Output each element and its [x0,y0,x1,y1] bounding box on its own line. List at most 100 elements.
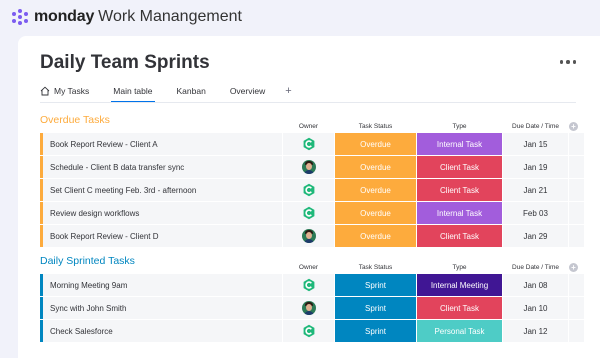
group-title[interactable]: Daily Sprinted Tasks [40,255,135,267]
type-label[interactable]: Client Task [417,297,502,319]
task-name[interactable]: Set Client C meeting Feb. 3rd - afternoo… [40,179,282,201]
due-date[interactable]: Jan 21 [503,179,568,201]
column-header-owner[interactable]: Owner [283,123,334,130]
table-row[interactable]: Review design workflows Overdue Internal T… [40,202,584,224]
due-date[interactable]: Jan 29 [503,225,568,247]
status-label[interactable]: Overdue [335,179,416,201]
add-column-icon[interactable]: + [569,263,578,272]
type-label[interactable]: Client Task [417,179,502,201]
group-title[interactable]: Overdue Tasks [40,114,110,126]
status-label[interactable]: Overdue [335,202,416,224]
row-end-cell [569,156,584,178]
owner-logo-icon[interactable] [302,324,316,338]
home-icon [40,86,50,96]
table-row[interactable]: Sync with John Smith Sprint Client Task Jan… [40,297,584,319]
status-label[interactable]: Overdue [335,156,416,178]
due-date[interactable]: Jan 10 [503,297,568,319]
task-name[interactable]: Sync with John Smith [40,297,282,319]
column-header-type[interactable]: Type [417,123,502,130]
task-name[interactable]: Check Salesforce [40,320,282,342]
column-header-owner[interactable]: Owner [283,264,334,271]
top-bar: monday Work Manangement [0,0,600,34]
brand-subtitle: Work Manangement [98,8,242,25]
board-card: Daily Team Sprints My Tasks Main table K… [18,36,600,358]
row-end-cell [569,274,584,296]
add-view-button[interactable]: + [285,85,291,97]
column-header-due-date[interactable]: Due Date / Time [503,264,568,271]
page-title: Daily Team Sprints [40,52,210,73]
type-label[interactable]: Internal Meeting [417,274,502,296]
task-name[interactable]: Schedule - Client B data transfer sync [40,156,282,178]
column-header-due-date[interactable]: Due Date / Time [503,123,568,130]
tab-kanban[interactable]: Kanban [177,80,206,102]
row-end-cell [569,179,584,201]
owner-cell[interactable] [283,156,334,178]
column-header-type[interactable]: Type [417,264,502,271]
task-name[interactable]: Review design workflows [40,202,282,224]
status-label[interactable]: Sprint [335,297,416,319]
due-date[interactable]: Jan 19 [503,156,568,178]
owner-logo-icon[interactable] [302,206,316,220]
due-date[interactable]: Jan 15 [503,133,568,155]
owner-cell[interactable] [283,274,334,296]
avatar-face [305,232,312,239]
avatar-body [303,170,314,174]
tab-main-table[interactable]: Main table [111,80,155,103]
row-end-cell [569,225,584,247]
owner-cell[interactable] [283,225,334,247]
table-row[interactable]: Book Report Review - Client D Overdue Clie… [40,225,584,247]
avatar-body [303,239,314,243]
type-label[interactable]: Internal Task [417,133,502,155]
status-label[interactable]: Sprint [335,274,416,296]
tab-label: Overview [229,86,266,96]
row-end-cell [569,297,584,319]
owner-cell[interactable] [283,179,334,201]
owner-cell[interactable] [283,202,334,224]
task-name[interactable]: Book Report Review - Client D [40,225,282,247]
owner-avatar[interactable] [301,160,316,174]
owner-cell[interactable] [283,297,334,319]
tabs-divider [40,102,576,103]
tab-overview[interactable]: Overview [230,80,265,102]
tab-label: Kanban [176,86,206,96]
table-row[interactable]: Book Report Review - Client A Overdue Inte… [40,133,584,155]
more-options-icon[interactable] [559,60,576,64]
brand-name: monday [34,8,95,25]
type-label[interactable]: Internal Task [417,202,502,224]
owner-cell[interactable] [283,133,334,155]
owner-logo-icon[interactable] [302,278,316,292]
avatar-body [303,311,314,315]
tab-label: Main table [113,86,153,96]
avatar-face [305,304,312,311]
owner-logo-icon[interactable] [302,137,316,151]
status-label[interactable]: Overdue [335,225,416,247]
due-date[interactable]: Jan 12 [503,320,568,342]
table-row[interactable]: Check Salesforce Sprint Personal Task Jan 1… [40,320,584,342]
status-label[interactable]: Overdue [335,133,416,155]
row-end-cell [569,202,584,224]
monday-logo-icon [12,9,28,25]
table-row[interactable]: Morning Meeting 9am Sprint Internal Meetin… [40,274,584,296]
task-name[interactable]: Morning Meeting 9am [40,274,282,296]
task-name[interactable]: Book Report Review - Client A [40,133,282,155]
table-row[interactable]: Schedule - Client B data transfer sync Ov… [40,156,584,178]
column-header-status[interactable]: Task Status [335,264,416,271]
due-date[interactable]: Jan 08 [503,274,568,296]
owner-logo-icon[interactable] [302,183,316,197]
add-column-icon[interactable]: + [569,122,578,131]
owner-avatar[interactable] [301,229,316,243]
owner-avatar[interactable] [301,301,316,315]
type-label[interactable]: Client Task [417,225,502,247]
tab-label: My Tasks [54,86,90,96]
tab-my-tasks[interactable]: My Tasks [40,80,89,102]
table-row[interactable]: Set Client C meeting Feb. 3rd - afternoo… [40,179,584,201]
owner-cell[interactable] [283,320,334,342]
row-end-cell [569,320,584,342]
type-label[interactable]: Client Task [417,156,502,178]
status-label[interactable]: Sprint [335,320,416,342]
due-date[interactable]: Feb 03 [503,202,568,224]
avatar-face [305,163,312,170]
view-tabs: My Tasks Main table Kanban Overview + [40,80,292,103]
column-header-status[interactable]: Task Status [335,123,416,130]
type-label[interactable]: Personal Task [417,320,502,342]
